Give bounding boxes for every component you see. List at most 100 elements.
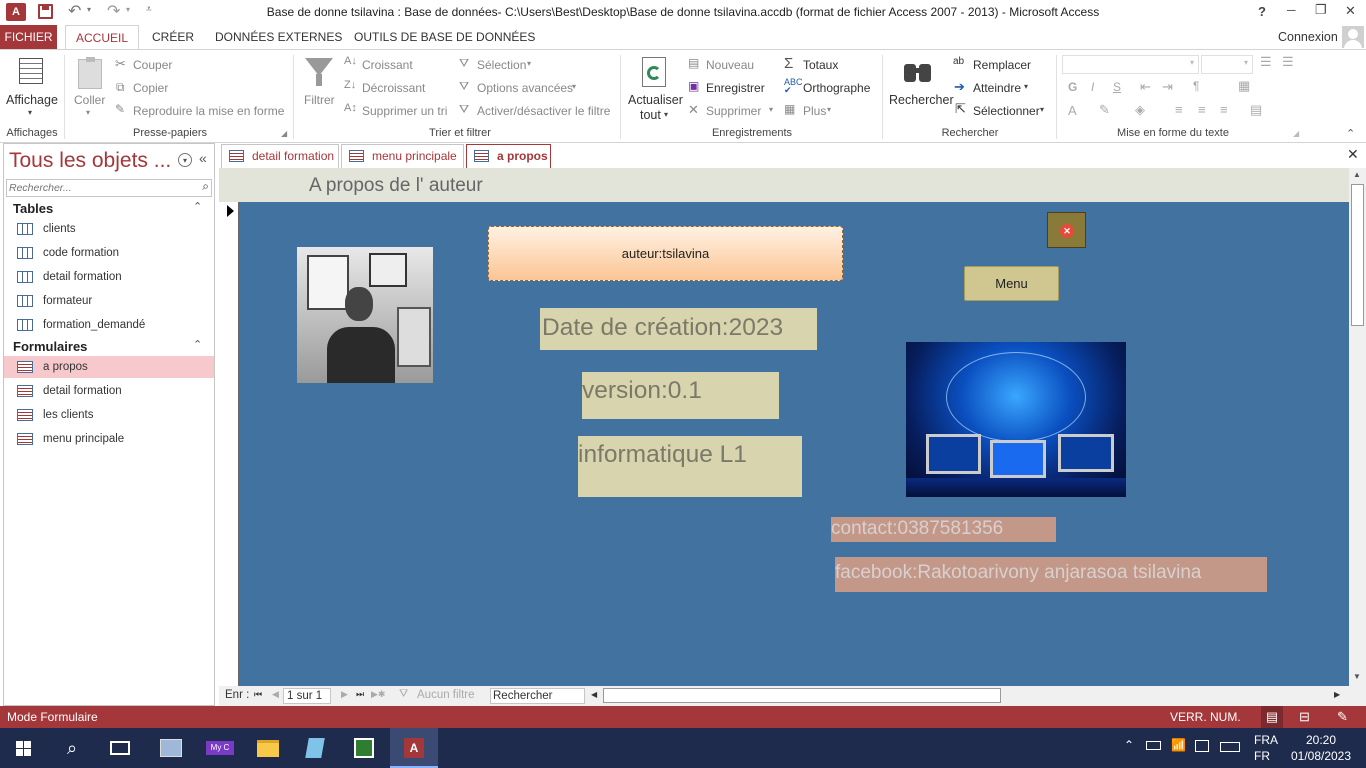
scroll-thumb[interactable] xyxy=(1351,184,1364,326)
vertical-scrollbar[interactable]: ▲ ▼ xyxy=(1349,168,1366,686)
close-button[interactable]: ✕ xyxy=(1345,3,1356,19)
paragraph-icon[interactable]: ¶ xyxy=(1193,79,1199,93)
doctab-detail-formation[interactable]: detail formation xyxy=(221,144,339,168)
hscroll-right-icon[interactable]: ▶ xyxy=(1334,690,1340,699)
supprimer-button[interactable]: Supprimer xyxy=(706,104,761,118)
actualiser-dropdown-icon[interactable]: ▾ xyxy=(664,110,668,119)
filtrer-button[interactable]: Filtrer xyxy=(304,93,335,107)
nav-table-item[interactable]: code formation xyxy=(4,242,214,264)
layout-view-icon[interactable]: ⊟ xyxy=(1299,709,1310,725)
shutter-bar-close-icon[interactable]: « xyxy=(199,150,207,166)
croissant-button[interactable]: Croissant xyxy=(362,58,413,72)
supprimer-tri-button[interactable]: Supprimer un tri xyxy=(362,104,447,118)
indent-increase-icon[interactable]: ⇥ xyxy=(1162,79,1173,95)
notepad-app-icon[interactable] xyxy=(292,728,340,768)
rechercher-button[interactable]: Rechercher xyxy=(889,93,954,107)
search-icon[interactable]: ⌕ xyxy=(202,179,209,194)
clock[interactable]: 20:20 01/08/2023 xyxy=(1288,732,1354,764)
font-name-select[interactable]: ▾ xyxy=(1062,55,1199,74)
keyboard-icon[interactable] xyxy=(1220,742,1240,752)
forms-collapse-icon[interactable]: ⌃ xyxy=(193,338,202,351)
nav-search-input[interactable] xyxy=(9,181,189,195)
presse-papiers-launcher-icon[interactable]: ◢ xyxy=(281,129,287,138)
record-selector[interactable] xyxy=(219,202,239,686)
font-color-button[interactable]: A xyxy=(1068,103,1077,118)
supprimer-dropdown-icon[interactable]: ▾ xyxy=(769,105,773,114)
fill-color-icon[interactable]: ◈ xyxy=(1135,102,1145,118)
align-center-icon[interactable]: ≡ xyxy=(1198,102,1206,117)
actualiser-button[interactable]: Actualiser xyxy=(628,93,683,107)
atteindre-button[interactable]: Atteindre xyxy=(973,81,1021,95)
connexion-link[interactable]: Connexion xyxy=(1270,25,1346,49)
task-view-icon[interactable] xyxy=(96,728,144,768)
nav-form-item[interactable]: a propos xyxy=(4,356,214,378)
collapse-ribbon-icon[interactable]: ⌃ xyxy=(1346,127,1355,140)
nav-form-item[interactable]: detail formation xyxy=(4,380,214,402)
nav-table-item[interactable]: detail formation xyxy=(4,266,214,288)
actualiser-tout-label[interactable]: tout xyxy=(640,108,661,122)
nav-menu-dropdown-icon[interactable]: ▾ xyxy=(178,153,192,167)
activer-filtre-button[interactable]: Activer/désactiver le filtre xyxy=(477,104,610,118)
record-position-input[interactable]: 1 sur 1 xyxy=(283,688,331,704)
atteindre-dropdown-icon[interactable]: ▾ xyxy=(1024,82,1028,91)
affichage-dropdown-icon[interactable]: ▾ xyxy=(28,108,32,117)
search-taskbar-icon[interactable]: ⌕ xyxy=(48,728,96,768)
horizontal-scrollbar-thumb[interactable] xyxy=(603,688,1001,703)
couper-button[interactable]: Couper xyxy=(133,58,172,72)
indent-decrease-icon[interactable]: ⇤ xyxy=(1140,79,1151,95)
hscroll-left-icon[interactable]: ◀ xyxy=(591,690,597,699)
access-taskbar-icon[interactable]: A xyxy=(390,728,438,768)
nav-pane-title[interactable]: Tous les objets ... xyxy=(9,149,171,173)
tables-collapse-icon[interactable]: ⌃ xyxy=(193,200,202,213)
tab-fichier[interactable]: FICHIER xyxy=(0,25,57,49)
windows-start-icon[interactable] xyxy=(0,728,48,768)
notification-icon[interactable] xyxy=(1195,740,1209,752)
tables-section-header[interactable]: Tables xyxy=(13,201,53,216)
doctab-menu-principale[interactable]: menu principale xyxy=(341,144,464,168)
my-c-app-icon[interactable]: My C xyxy=(196,728,244,768)
tab-donnees-externes[interactable]: DONNÉES EXTERNES xyxy=(207,25,350,49)
forms-section-header[interactable]: Formulaires xyxy=(13,339,87,354)
enregistrer-button[interactable]: Enregistrer xyxy=(706,81,765,95)
close-document-icon[interactable]: ✕ xyxy=(1347,146,1359,163)
language-indicator[interactable]: FRA FR xyxy=(1254,732,1278,764)
next-record-icon[interactable]: ▶ xyxy=(341,689,348,700)
background-grid-icon[interactable]: ▦ xyxy=(1238,78,1250,94)
no-filter-label[interactable]: Aucun filtre xyxy=(417,689,475,701)
reproduire-button[interactable]: Reproduire la mise en forme xyxy=(133,104,284,118)
tab-outils[interactable]: OUTILS DE BASE DE DONNÉES xyxy=(346,25,543,49)
file-explorer-icon[interactable] xyxy=(244,728,292,768)
doctab-a-propos[interactable]: a propos xyxy=(466,144,551,169)
nav-form-item[interactable]: les clients xyxy=(4,404,214,426)
record-search-box[interactable]: Rechercher xyxy=(490,688,585,704)
battery-icon[interactable] xyxy=(1146,741,1161,750)
plus-dropdown-icon[interactable]: ▾ xyxy=(827,105,831,114)
selection-dropdown-icon[interactable]: ▾ xyxy=(527,59,531,68)
first-record-icon[interactable]: ⏮ xyxy=(254,689,262,700)
orthographe-button[interactable]: Orthographe xyxy=(803,81,870,95)
italic-button[interactable]: I xyxy=(1091,80,1094,94)
plus-button[interactable]: Plus xyxy=(803,104,826,118)
coller-dropdown-icon[interactable]: ▾ xyxy=(86,108,90,117)
copier-button[interactable]: Copier xyxy=(133,81,168,95)
minimize-button[interactable]: ─ xyxy=(1287,3,1296,17)
coller-button[interactable]: Coller xyxy=(74,93,105,107)
conditional-format-icon[interactable]: ▤ xyxy=(1250,102,1262,118)
prev-record-icon[interactable]: ◀ xyxy=(272,689,279,700)
selection-button[interactable]: Sélection xyxy=(477,58,526,72)
menu-button[interactable]: Menu xyxy=(964,266,1059,301)
help-button[interactable]: ? xyxy=(1258,4,1266,19)
close-form-button[interactable]: ✕ xyxy=(1047,212,1086,248)
project-app-icon[interactable] xyxy=(340,728,388,768)
decroissant-button[interactable]: Décroissant xyxy=(362,81,425,95)
mise-en-forme-launcher-icon[interactable]: ◢ xyxy=(1293,129,1299,138)
form-view-icon[interactable]: ▤ xyxy=(1261,706,1283,728)
list-numbers-icon[interactable]: ☰ xyxy=(1282,54,1294,70)
font-size-select[interactable]: ▾ xyxy=(1201,55,1253,74)
align-left-icon[interactable]: ≡ xyxy=(1175,102,1183,117)
selectionner-dropdown-icon[interactable]: ▾ xyxy=(1040,105,1044,114)
show-hidden-icons[interactable]: ⌃ xyxy=(1124,738,1134,752)
restore-button[interactable]: ❐ xyxy=(1315,2,1327,18)
remplacer-button[interactable]: Remplacer xyxy=(973,58,1031,72)
bold-button[interactable]: G xyxy=(1068,80,1077,94)
